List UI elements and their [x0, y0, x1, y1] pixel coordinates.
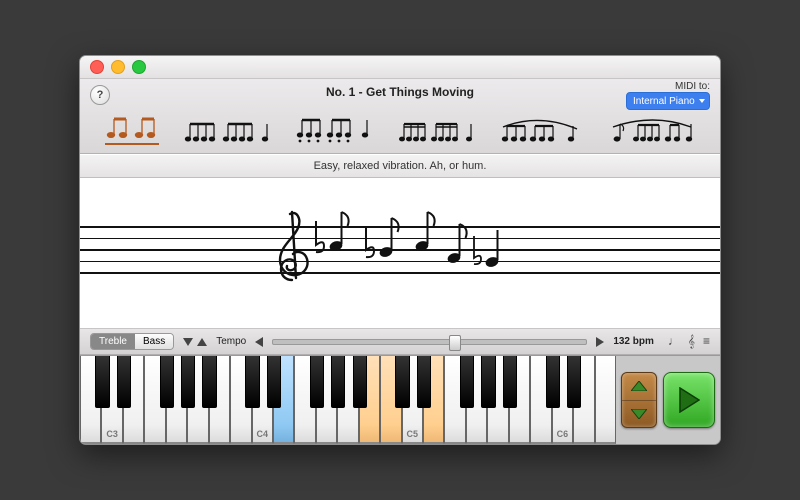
keyboard-area: C3 C4 C5 C6 [80, 355, 720, 444]
tempo-next-button[interactable] [596, 337, 604, 347]
black-key[interactable] [546, 356, 560, 408]
pattern-5[interactable] [499, 111, 585, 145]
pattern-3[interactable] [295, 111, 373, 145]
close-icon[interactable] [90, 60, 104, 74]
metronome-icon[interactable]: ♩ [668, 334, 680, 349]
black-key[interactable] [95, 356, 109, 408]
black-key[interactable] [181, 356, 195, 408]
titlebar [80, 56, 720, 79]
white-key[interactable] [595, 356, 616, 444]
tuning-fork-icon[interactable]: 𝄞 [688, 334, 695, 349]
black-key[interactable] [503, 356, 517, 408]
black-key[interactable] [267, 356, 281, 408]
transpose-up-button[interactable] [622, 373, 656, 401]
black-key[interactable] [117, 356, 131, 408]
instruction-text: Easy, relaxed vibration. Ah, or hum. [80, 154, 720, 178]
midi-panel: MIDI to: Internal Piano [626, 81, 710, 110]
black-key[interactable] [395, 356, 409, 408]
toolbar: ? MIDI to: Internal Piano No. 1 - Get Th… [80, 79, 720, 154]
tempo-bpm-value: 132 bpm [613, 336, 654, 347]
octave-label: C3 [106, 429, 118, 439]
step-up-button[interactable] [197, 338, 207, 346]
minimize-icon[interactable] [111, 60, 125, 74]
tempo-slider[interactable] [272, 339, 587, 345]
help-button[interactable]: ? [90, 85, 110, 105]
octave-label: C5 [407, 429, 419, 439]
black-key[interactable] [460, 356, 474, 408]
tempo-slider-thumb[interactable] [449, 335, 461, 351]
midi-label: MIDI to: [675, 81, 710, 92]
settings-staff-icon[interactable]: ≡ [703, 334, 710, 349]
midi-output-select[interactable]: Internal Piano [626, 92, 710, 110]
octave-label: C6 [557, 429, 569, 439]
black-key[interactable] [417, 356, 431, 408]
control-bar: Treble Bass Tempo 132 bpm ♩ 𝄞 ≡ [80, 328, 720, 355]
black-key[interactable] [567, 356, 581, 408]
black-key[interactable] [202, 356, 216, 408]
tempo-prev-button[interactable] [255, 337, 263, 347]
black-key[interactable] [481, 356, 495, 408]
black-key[interactable] [331, 356, 345, 408]
clef-treble-button[interactable]: Treble [91, 334, 135, 349]
pattern-2[interactable] [183, 111, 271, 145]
play-button[interactable] [663, 372, 715, 428]
octave-label: C4 [256, 429, 268, 439]
zoom-icon[interactable] [132, 60, 146, 74]
music-notation [270, 206, 530, 296]
pattern-row [90, 107, 710, 145]
black-key[interactable] [160, 356, 174, 408]
black-key[interactable] [310, 356, 324, 408]
traffic-lights [80, 60, 146, 74]
exercise-title: No. 1 - Get Things Moving [326, 85, 474, 99]
help-icon: ? [97, 89, 104, 101]
step-down-button[interactable] [183, 338, 193, 346]
black-key[interactable] [353, 356, 367, 408]
clef-segmented-control: Treble Bass [90, 333, 174, 350]
pattern-4[interactable] [397, 111, 475, 145]
clef-bass-button[interactable]: Bass [135, 334, 173, 349]
black-key[interactable] [245, 356, 259, 408]
pattern-6[interactable] [609, 111, 695, 145]
pattern-1[interactable] [105, 107, 159, 145]
app-window: ? MIDI to: Internal Piano No. 1 - Get Th… [79, 55, 721, 445]
piano-keyboard[interactable]: C3 C4 C5 C6 [80, 356, 616, 444]
tempo-label: Tempo [216, 336, 246, 347]
score-view [80, 178, 720, 328]
transport-panel [616, 356, 720, 444]
transpose-buttons [621, 372, 657, 428]
transpose-down-button[interactable] [622, 401, 656, 428]
